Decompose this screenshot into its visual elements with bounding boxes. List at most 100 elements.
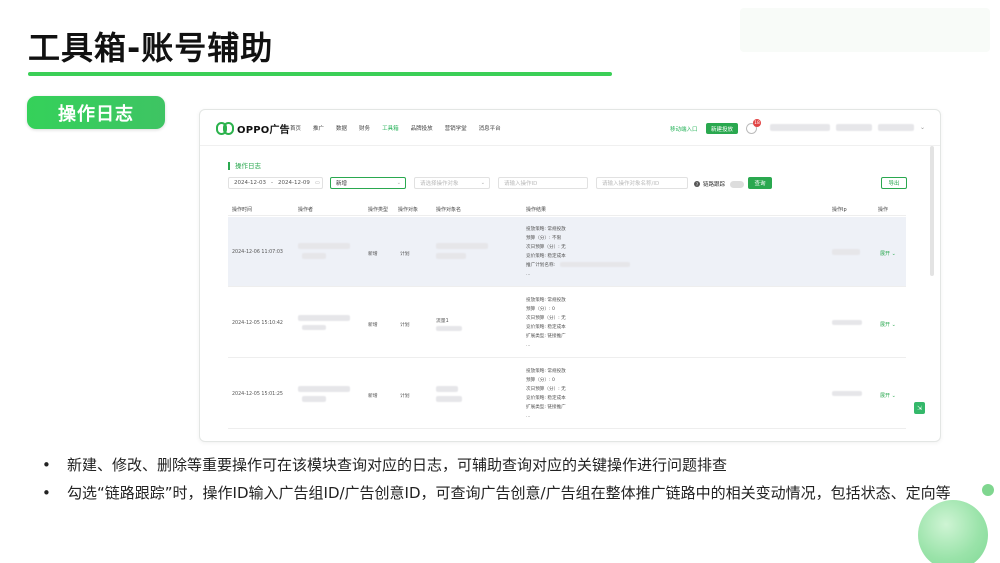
query-button[interactable]: 查询 <box>748 177 772 189</box>
result-line: 竞价策略: 稳定成本 <box>526 396 566 401</box>
redacted-operator <box>298 243 350 249</box>
nav-item-toolbox[interactable]: 工具箱 <box>382 124 399 132</box>
result-line: 预算（分）: 0 <box>526 307 555 312</box>
app-screenshot: OPPO广告 首页 推广 数据 财务 工具箱 品牌投放 营销学堂 消息平台 移动… <box>199 109 941 442</box>
calendar-icon: ▭ <box>314 180 320 186</box>
export-button[interactable]: 导出 <box>881 177 907 189</box>
nav-item-finance[interactable]: 财务 <box>359 124 370 132</box>
nav-item-messages[interactable]: 消息平台 <box>479 124 501 132</box>
column-header: 操作类型 <box>368 207 389 213</box>
table-header: 操作时间 操作者 操作类型 操作对象 操作对象名 操作结果 操作Ip 操作 <box>228 202 906 216</box>
row-object-name: 流量1 <box>436 319 449 324</box>
operation-type-value: 新增 <box>336 181 348 187</box>
result-line: 次日预算（分）: 无 <box>526 387 566 392</box>
result-line: 预算（分）: 不限 <box>526 236 562 241</box>
result-line: 投放策略: 常规投放 <box>526 369 566 374</box>
object-name-input[interactable]: 请输入操作对象名称/ID <box>596 177 688 189</box>
redacted-plan-name <box>560 262 630 267</box>
scrollbar[interactable] <box>930 146 934 276</box>
operation-id-input[interactable]: 请输入操作ID <box>498 177 588 189</box>
title-underline <box>28 72 612 76</box>
new-campaign-button[interactable]: 新建投放 <box>706 123 738 134</box>
redacted-object-name <box>436 253 466 259</box>
bullet-text: 新建、修改、删除等重要操作可在该模块查询对应的日志，可辅助查询对应的关键操作进行… <box>67 456 728 474</box>
nav-item-home[interactable]: 首页 <box>290 124 301 132</box>
notification-badge: 18 <box>753 119 761 127</box>
row-results: 投放策略: 常规投放 预算（分）: 0 次日预算（分）: 无 竞价策略: 稳定成… <box>526 296 566 350</box>
nav-item-academy[interactable]: 营销学堂 <box>445 124 467 132</box>
redacted-operator <box>302 325 326 330</box>
bullet-item: • 勾选“链路跟踪”时，操作ID输入广告组ID/广告创意ID，可查询广告创意/广… <box>40 479 960 507</box>
nav-item-data[interactable]: 数据 <box>336 124 347 132</box>
column-header: 操作对象名 <box>436 207 462 213</box>
result-ellipsis: ... <box>526 343 531 348</box>
panel-title: 操作日志 <box>228 162 261 170</box>
redacted-ip <box>832 249 860 255</box>
result-ellipsis: ... <box>526 272 531 277</box>
redacted-account-id <box>836 124 872 131</box>
table-row[interactable]: 2024-12-05 15:10:42 新增 计划 流量1 投放策略: 常规投放… <box>228 288 906 358</box>
bullet-item: • 新建、修改、删除等重要操作可在该模块查询对应的日志，可辅助查询对应的关键操作… <box>40 451 960 479</box>
row-time: 2024-12-05 15:10:42 <box>232 321 283 326</box>
table-row[interactable]: 2024-12-06 11:07:03 新增 计划 投放策略: 常规投放 预算（… <box>228 217 906 287</box>
table-row[interactable]: 2024-12-05 15:01:25 新增 计划 投放策略: 常规投放 预算（… <box>228 359 906 429</box>
result-line: 预算（分）: 0 <box>526 378 555 383</box>
result-line: 竞价策略: 稳定成本 <box>526 254 566 259</box>
column-header: 操作结果 <box>526 207 547 213</box>
result-line: 次日预算（分）: 无 <box>526 316 566 321</box>
column-header: 操作时间 <box>232 207 253 213</box>
result-line: 投放策略: 常规投放 <box>526 298 566 303</box>
row-object: 计划 <box>400 394 410 399</box>
brand-name: OPPO广告 <box>237 125 290 136</box>
redacted-ip <box>832 391 862 396</box>
floating-action-button[interactable]: ⇲ <box>914 402 925 414</box>
expand-label: 展开 <box>880 322 891 328</box>
column-header: 操作 <box>878 207 889 213</box>
main-nav: 首页 推广 数据 财务 工具箱 品牌投放 营销学堂 消息平台 <box>290 124 513 132</box>
redacted-operator <box>298 315 350 321</box>
redacted-operator <box>302 396 326 402</box>
expand-label: 展开 <box>880 251 891 257</box>
redacted-user-name <box>878 124 914 131</box>
slide-title: 工具箱-账号辅助 <box>28 29 274 67</box>
redacted-ip <box>832 320 862 325</box>
operation-object-select[interactable]: 请选择操作对象 ⌄ <box>414 177 490 189</box>
header-decoration <box>740 8 990 52</box>
date-separator: - <box>270 180 273 186</box>
redacted-object-name <box>436 243 488 249</box>
brand-logo[interactable]: OPPO广告 <box>216 121 290 136</box>
expand-button[interactable]: 展开 ⌄ <box>880 250 896 257</box>
expand-label: 展开 <box>880 393 891 399</box>
redacted-object-name <box>436 396 462 402</box>
bullet-marker: • <box>42 456 51 474</box>
nav-item-promote[interactable]: 推广 <box>313 124 324 132</box>
trace-label: 链路跟踪 <box>703 182 726 188</box>
result-line: 扩展类型: 链接推广 <box>526 405 566 410</box>
expand-button[interactable]: 展开 ⌄ <box>880 392 896 399</box>
redacted-account-info <box>770 124 830 131</box>
date-start: 2024-12-03 <box>234 180 266 186</box>
column-header: 操作对象 <box>398 207 419 213</box>
row-results: 投放策略: 常规投放 预算（分）: 不限 次日预算（分）: 无 竞价策略: 稳定… <box>526 225 566 279</box>
mobile-entry-link[interactable]: 移动端入口 <box>670 125 698 133</box>
row-object: 计划 <box>400 252 410 257</box>
trace-toggle[interactable] <box>730 180 745 188</box>
operation-object-placeholder: 请选择操作对象 <box>420 181 459 187</box>
redacted-object-id <box>436 326 462 331</box>
bullet-marker: • <box>42 484 51 502</box>
column-header: 操作Ip <box>832 207 847 213</box>
redacted-object-name <box>436 386 458 392</box>
operation-type-select[interactable]: 新增 ⌄ <box>330 177 406 189</box>
nav-item-brand[interactable]: 品牌投放 <box>411 124 433 132</box>
result-line: 次日预算（分）: 无 <box>526 245 566 250</box>
result-line: 竞价策略: 稳定成本 <box>526 325 566 330</box>
date-range-picker[interactable]: 2024-12-03 - 2024-12-09 ▭ <box>228 177 323 189</box>
section-label: 操作日志 <box>27 96 165 129</box>
top-nav: OPPO广告 首页 推广 数据 财务 工具箱 品牌投放 营销学堂 消息平台 移动… <box>200 110 940 146</box>
trace-checkbox[interactable]: ? 链路跟踪 <box>694 180 745 188</box>
row-results: 投放策略: 常规投放 预算（分）: 0 次日预算（分）: 无 竞价策略: 稳定成… <box>526 367 566 421</box>
expand-button[interactable]: 展开 ⌄ <box>880 321 896 328</box>
redacted-operator <box>302 253 326 259</box>
row-object: 计划 <box>400 323 410 328</box>
chevron-down-icon[interactable]: ⌄ <box>920 124 925 131</box>
